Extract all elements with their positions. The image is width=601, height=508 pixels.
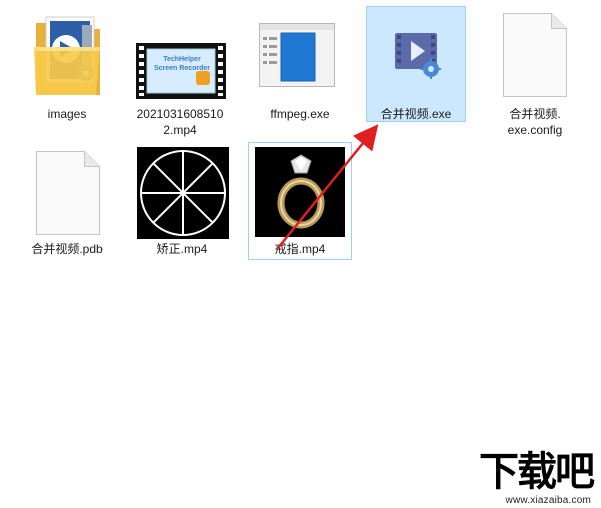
file-name-merge-video-exe-config: 合并视频. exe.config [485, 106, 585, 138]
file-name-merge-video-pdb: 合并视频.pdb [31, 242, 103, 256]
circle-video-thumbnail [137, 147, 229, 239]
file-name-line1: 2021031608510 [136, 107, 224, 121]
file-name-jiezhi-mp4: 戒指.mp4 [274, 242, 326, 256]
file-name-line1: 合并视频. [509, 107, 561, 121]
watermark-text: 下载吧 [479, 449, 595, 495]
file-name-line2: 2.mp4 [163, 123, 197, 137]
file-name-line2: exe.config [507, 123, 563, 137]
file-name-20210316085102-mp4: 2021031608510 2.mp4 [125, 106, 235, 138]
folder-icon [32, 13, 104, 99]
file-item-20210316085102-mp4[interactable]: TechHelper Screen Recorder 2021031608510… [124, 6, 236, 138]
thumb-title: TechHelper [163, 56, 201, 63]
video-app-icon [393, 27, 442, 80]
file-item-images[interactable]: images [15, 6, 119, 134]
file-item-merge-video-exe-config[interactable]: 合并视频. exe.config [484, 6, 586, 138]
blank-file-icon [503, 13, 567, 97]
watermark-url: www.xiazaiba.com [505, 495, 591, 506]
file-item-merge-video-pdb[interactable]: 合并视频.pdb [15, 142, 119, 258]
thumb-subtitle: Screen Recorder [153, 65, 211, 72]
file-item-jiezhi-mp4[interactable]: 戒指.mp4 [248, 142, 352, 260]
file-name-merge-video-exe: 合并视频.exe [380, 107, 452, 121]
file-item-merge-video-exe[interactable]: 合并视频.exe [366, 6, 466, 122]
file-item-jiaozheng-mp4[interactable]: 矫正.mp4 [130, 142, 234, 258]
file-item-ffmpeg-exe[interactable]: ffmpeg.exe [244, 6, 356, 122]
file-name-jiaozheng-mp4: 矫正.mp4 [156, 242, 208, 256]
video-thumbnail: TechHelper Screen Recorder [136, 43, 226, 99]
blank-file-icon [36, 151, 100, 235]
exe-window-icon [259, 23, 335, 87]
watermark-logo: 下载吧 www.xiazaiba.com [467, 450, 599, 508]
file-name-images: images [47, 107, 87, 121]
ring-video-thumbnail [255, 147, 345, 237]
file-name-ffmpeg-exe: ffmpeg.exe [270, 107, 330, 121]
